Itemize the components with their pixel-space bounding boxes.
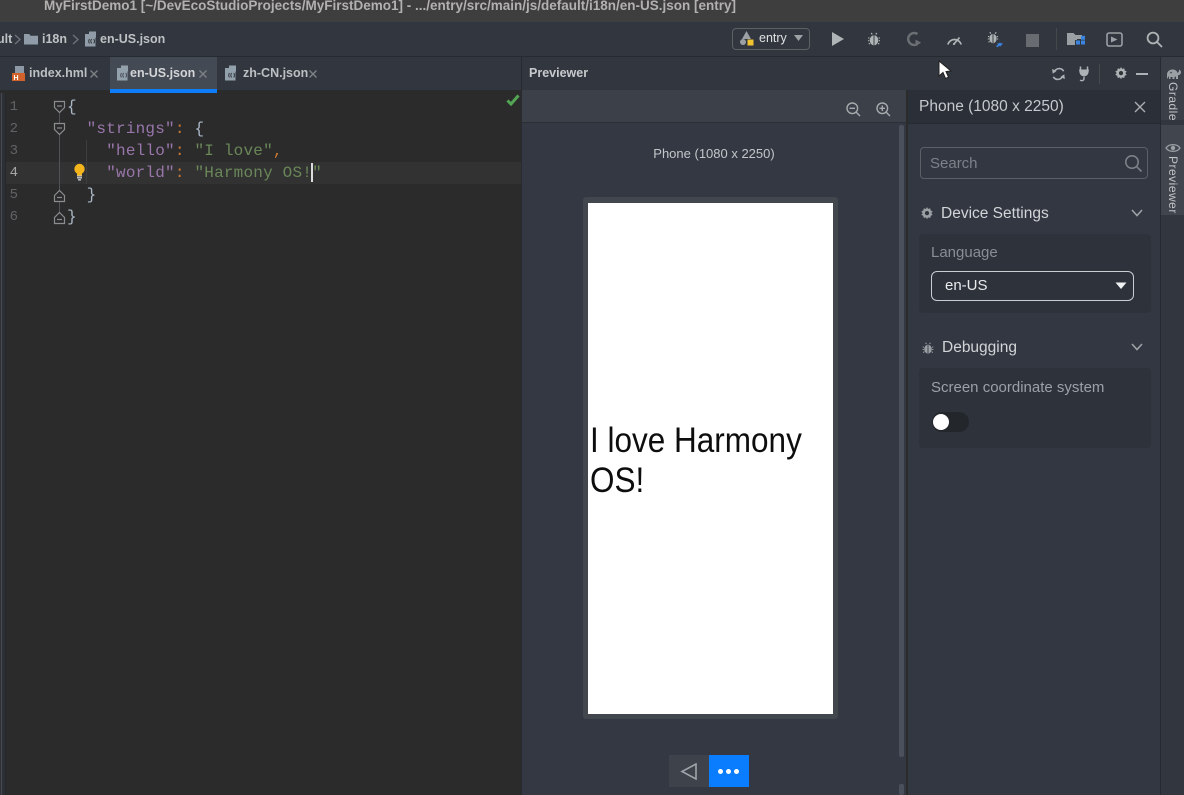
svg-text:H: H <box>14 75 19 82</box>
